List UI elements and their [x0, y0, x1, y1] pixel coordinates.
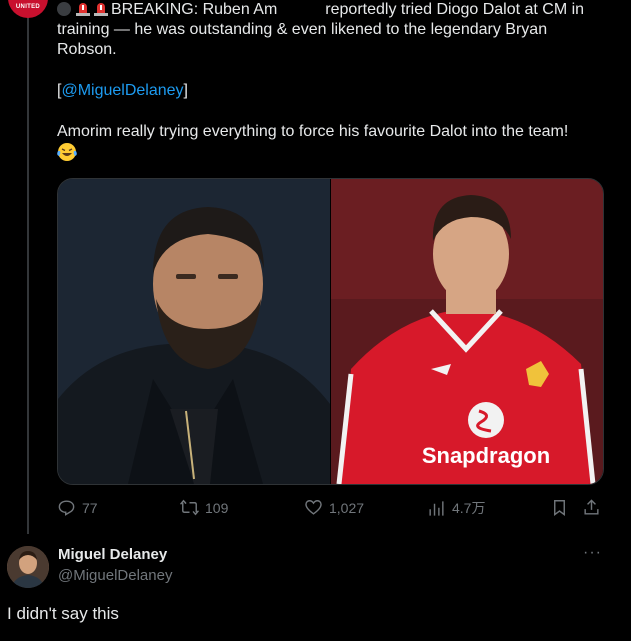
reply-count: 77: [82, 499, 98, 516]
share-action[interactable]: [582, 498, 601, 517]
manchester-united-avatar[interactable]: UNITED: [8, 0, 48, 18]
avatar-label: UNITED: [15, 4, 41, 10]
tweet-line-1-start: BREAKING: Ruben Am: [111, 1, 278, 18]
photo-diogo-dalot[interactable]: Snapdragon: [331, 179, 603, 484]
reply-text: I didn't say this: [7, 604, 119, 623]
shirt-sponsor-text: Snapdragon: [422, 443, 550, 468]
reply-icon: [58, 500, 75, 516]
tweet-line-4: Amorim really trying everything to force…: [57, 123, 569, 140]
reply-action[interactable]: 77: [57, 498, 98, 517]
bomb-emoji-icon: [57, 2, 71, 16]
tweet-action-bar: 77 109 1,027 4.7万: [57, 498, 617, 522]
tweet-body: BREAKING: Ruben Am reportedly tried Diogo…: [57, 0, 617, 164]
views-count: 4.7万: [452, 500, 486, 516]
tweet-line-1-end: reportedly tried Diogo Dalot at CM in: [325, 1, 585, 18]
like-count: 1,027: [329, 499, 365, 516]
reply-author-handle[interactable]: @MiguelDelaney: [58, 567, 172, 584]
mention-close-bracket: ]: [183, 82, 188, 99]
reply-tweet[interactable]: Miguel Delaney @MiguelDelaney ··· I didn…: [0, 534, 631, 641]
like-action[interactable]: 1,027: [304, 498, 364, 517]
mention-link[interactable]: @MiguelDelaney: [61, 82, 183, 99]
heart-icon: [305, 500, 322, 515]
siren-emoji-icon: [94, 3, 108, 16]
amorim-portrait-illustration: [58, 179, 330, 484]
tweet-media[interactable]: Snapdragon: [57, 178, 604, 485]
repost-icon: [180, 499, 199, 516]
repost-action[interactable]: 109: [180, 498, 228, 517]
tweet-line-2: training — he was outstanding & even lik…: [57, 21, 548, 38]
bookmark-action[interactable]: [550, 498, 569, 517]
tweet-line-3: Robson.: [57, 41, 117, 58]
share-icon: [584, 499, 599, 515]
avatar-portrait-illustration: [7, 546, 49, 588]
thread-connector-line: [27, 14, 29, 534]
siren-emoji-icon: [76, 3, 90, 16]
bookmark-icon: [554, 500, 565, 517]
views-chart-icon: [429, 500, 444, 516]
dalot-portrait-illustration: Snapdragon: [331, 179, 603, 484]
reply-author-name[interactable]: Miguel Delaney: [58, 546, 167, 563]
miguel-delaney-avatar[interactable]: [7, 546, 49, 588]
photo-ruben-amorim[interactable]: [58, 179, 330, 484]
repost-count: 109: [205, 499, 229, 516]
views-action[interactable]: 4.7万: [427, 498, 485, 518]
laughing-tears-emoji-icon: [57, 143, 77, 161]
more-options-icon[interactable]: ···: [583, 544, 602, 562]
